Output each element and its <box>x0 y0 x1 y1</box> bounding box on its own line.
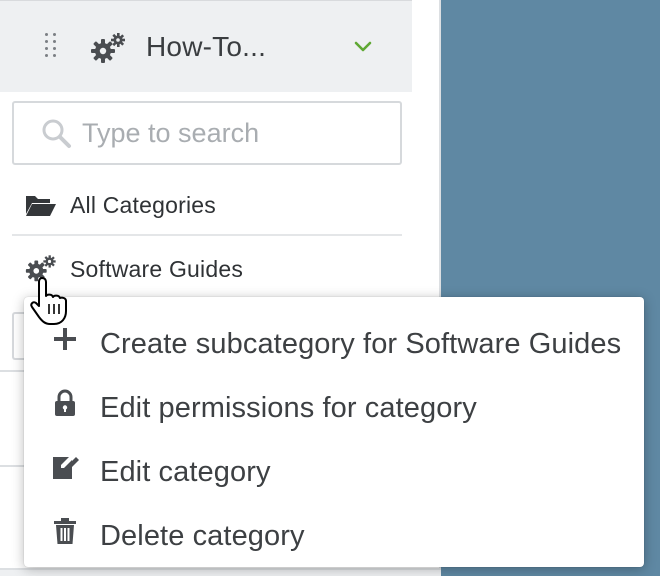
category-item-label: All Categories <box>70 192 216 218</box>
category-item-all[interactable]: All Categories <box>12 174 402 236</box>
search-input[interactable] <box>82 111 392 155</box>
search-box[interactable] <box>12 101 402 165</box>
menu-item-label: Create subcategory for Software Guides <box>100 328 622 360</box>
gears-icon <box>91 33 125 63</box>
menu-item-label: Edit category <box>100 456 271 488</box>
category-context-menu: Create subcategory for Software Guides E… <box>24 297 644 567</box>
plus-icon <box>54 328 76 350</box>
menu-item-edit-category[interactable]: Edit category <box>24 434 644 498</box>
drag-handle-icon[interactable] <box>45 33 57 63</box>
sidebar-header[interactable]: How-To... <box>0 0 412 92</box>
menu-item-edit-permissions[interactable]: Edit permissions for category <box>24 370 644 434</box>
category-title: How-To... <box>146 31 267 62</box>
menu-item-label: Edit permissions for category <box>100 392 477 424</box>
search-icon <box>42 119 71 148</box>
folder-open-icon <box>26 196 56 216</box>
menu-item-create-subcategory[interactable]: Create subcategory for Software Guides <box>24 306 644 370</box>
menu-item-delete-category[interactable]: Delete category <box>24 498 644 562</box>
category-item-label: Software Guides <box>70 256 244 282</box>
trash-icon <box>54 518 76 544</box>
chevron-down-icon[interactable] <box>354 41 372 53</box>
hand-pointer-cursor-icon <box>30 277 67 325</box>
edit-icon <box>53 457 79 479</box>
lock-icon <box>55 389 75 416</box>
menu-item-label: Delete category <box>100 520 305 552</box>
